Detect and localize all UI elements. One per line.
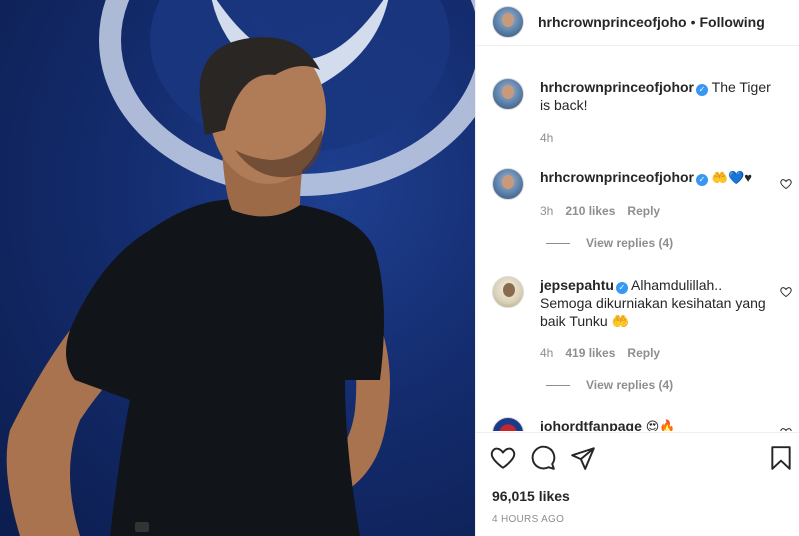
comment-username[interactable]: hrhcrownprinceofjohor xyxy=(540,169,694,185)
reply-button[interactable]: Reply xyxy=(627,204,660,218)
comment-likes[interactable]: 210 likes xyxy=(565,204,615,218)
comment-body: hrhcrownprinceofjohor ✓ 🤲💙♥ xyxy=(540,168,778,187)
comment-time[interactable]: 4h xyxy=(540,346,553,360)
post-photo[interactable] xyxy=(0,0,475,536)
post-header: hrhcrownprinceofjoho • Following xyxy=(476,0,799,44)
comment-likes[interactable]: 419 likes xyxy=(565,346,615,360)
author-username[interactable]: hrhcrownprinceofjoho xyxy=(538,14,687,30)
bookmark-icon[interactable] xyxy=(768,445,794,471)
verified-badge-icon: ✓ xyxy=(696,174,708,186)
likes-count[interactable]: 96,015 likes xyxy=(492,488,570,504)
share-icon[interactable] xyxy=(570,445,596,471)
view-replies-label: View replies (4) xyxy=(586,236,674,250)
post-timestamp[interactable]: 4 HOURS AGO xyxy=(492,514,564,525)
header-separator: • xyxy=(690,14,696,30)
reply-button[interactable]: Reply xyxy=(627,346,660,360)
following-button[interactable]: Following xyxy=(699,14,764,30)
action-buttons xyxy=(490,445,596,471)
comment-body: johordtfanpage 😍🔥 xyxy=(540,417,778,431)
heart-icon[interactable] xyxy=(490,445,516,471)
comment-username[interactable]: johordtfanpage xyxy=(540,418,642,431)
commenter-avatar[interactable] xyxy=(492,276,524,308)
post-side-panel: hrhcrownprinceofjoho • Following hrhcrow… xyxy=(475,0,799,536)
post-actions: 96,015 likes 4 HOURS AGO xyxy=(476,432,799,536)
comment-time[interactable]: 4h xyxy=(540,131,553,145)
verified-badge-icon: ✓ xyxy=(696,84,708,96)
commenter-avatar[interactable] xyxy=(492,168,524,200)
comment-body: hrhcrownprinceofjohor ✓ The Tiger is back… xyxy=(540,78,778,114)
view-replies-label: View replies (4) xyxy=(586,378,674,392)
view-replies-line xyxy=(546,384,570,386)
comment-meta: 4h xyxy=(540,131,553,145)
view-replies-line xyxy=(546,242,570,244)
comment-like-icon[interactable] xyxy=(780,286,792,298)
author-avatar[interactable] xyxy=(492,6,524,38)
comment-body: jepsepahtu ✓ Alhamdulillah.. Semoga dikur… xyxy=(540,276,778,330)
comment-text: 🤲💙♥ xyxy=(711,170,752,185)
view-replies-button[interactable]: View replies (4) xyxy=(546,236,673,250)
comments-list[interactable]: hrhcrownprinceofjohor ✓ The Tiger is back… xyxy=(476,45,799,431)
comment-username[interactable]: hrhcrownprinceofjohor xyxy=(540,79,694,95)
comment-text: 😍🔥 xyxy=(645,419,676,431)
comment-like-icon[interactable] xyxy=(780,178,792,190)
verified-badge-icon: ✓ xyxy=(615,282,628,294)
comment-meta: 4h 419 likes Reply xyxy=(540,346,660,360)
comment-username[interactable]: jepsepahtu xyxy=(540,277,614,293)
commenter-avatar[interactable] xyxy=(492,417,524,431)
save-button[interactable] xyxy=(768,445,794,471)
view-replies-button[interactable]: View replies (4) xyxy=(546,378,673,392)
commenter-avatar[interactable] xyxy=(492,78,524,110)
post-photo-illustration xyxy=(6,0,475,536)
comment-time[interactable]: 3h xyxy=(540,204,553,218)
comment-meta: 3h 210 likes Reply xyxy=(540,204,660,218)
comment-icon[interactable] xyxy=(530,445,556,471)
comment-like-icon[interactable] xyxy=(780,427,792,431)
